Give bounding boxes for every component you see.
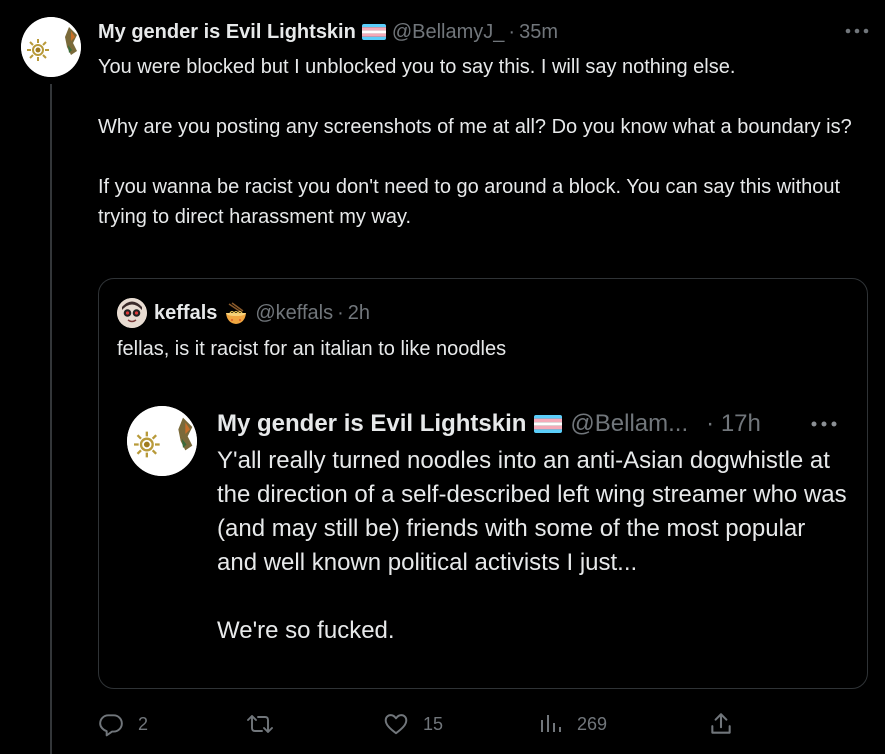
views-count: 269 <box>577 713 608 734</box>
like-count: 15 <box>423 713 444 734</box>
tweet-paragraph: If you wanna be racist you don't need to… <box>98 176 841 228</box>
reply-count: 2 <box>138 713 149 734</box>
author-avatar[interactable] <box>21 17 81 77</box>
thread-line <box>50 84 52 754</box>
quoted-tweet-card[interactable]: keffals @keffals · 2h fellas, is it raci… <box>98 278 868 689</box>
reply-button[interactable]: 2 <box>98 708 148 740</box>
tweet-body: You were blocked but I unblocked you to … <box>98 52 858 232</box>
sun-emblem-icon <box>127 406 197 476</box>
quoted-tweet-header: keffals @keffals · 2h <box>154 298 370 328</box>
author-display-name[interactable]: My gender is Evil Lightskin <box>98 21 356 44</box>
views-button[interactable]: 269 <box>539 708 607 740</box>
embedded-tweet-body: Y'all really turned noodles into an anti… <box>217 444 847 648</box>
transgender-flag-icon <box>534 415 563 433</box>
tweet-paragraph: You were blocked but I unblocked you to … <box>98 56 736 78</box>
embedded-author-handle: @Bellam... <box>570 410 689 437</box>
author-handle[interactable]: @BellamyJ_ <box>392 21 505 44</box>
cartoon-face-icon <box>117 298 147 328</box>
embedded-paragraph: Y'all really turned noodles into an anti… <box>217 447 847 576</box>
embedded-author-avatar <box>127 406 197 476</box>
embedded-paragraph: We're so fucked. <box>217 617 395 644</box>
separator: · <box>337 301 344 324</box>
more-options-icon[interactable] <box>842 20 872 42</box>
embedded-tweet-header: My gender is Evil Lightskin @Bellam... ·… <box>217 407 761 441</box>
quoted-author-avatar[interactable] <box>117 298 147 328</box>
quoted-author-handle[interactable]: @keffals <box>255 302 333 325</box>
embedded-author-display-name: My gender is Evil Lightskin <box>217 410 527 437</box>
heart-icon <box>383 711 409 737</box>
tweet-paragraph: Why are you posting any screenshots of m… <box>98 116 852 138</box>
transgender-flag-icon <box>361 24 386 40</box>
embedded-tweet-time: · 17h <box>706 410 761 438</box>
retweet-button[interactable] <box>246 708 288 740</box>
tweet-timestamp[interactable]: 35m <box>519 21 558 44</box>
separator: · <box>706 410 715 437</box>
retweet-icon <box>246 711 274 737</box>
reply-icon <box>98 711 124 737</box>
separator: · <box>508 20 516 43</box>
quoted-tweet-text: fellas, is it racist for an italian to l… <box>117 338 507 360</box>
like-button[interactable]: 15 <box>383 708 443 740</box>
tweet-header: My gender is Evil Lightskin @BellamyJ_ ·… <box>98 17 558 47</box>
views-icon <box>539 711 563 737</box>
share-icon <box>708 711 734 737</box>
more-options-icon <box>807 412 841 436</box>
quoted-author-display-name[interactable]: keffals <box>154 302 217 325</box>
quoted-tweet-timestamp[interactable]: 2h <box>348 302 370 325</box>
noodle-bowl-icon <box>223 300 249 326</box>
embedded-timestamp: 17h <box>720 410 761 437</box>
sun-emblem-icon <box>21 17 81 77</box>
share-button[interactable] <box>708 708 734 740</box>
